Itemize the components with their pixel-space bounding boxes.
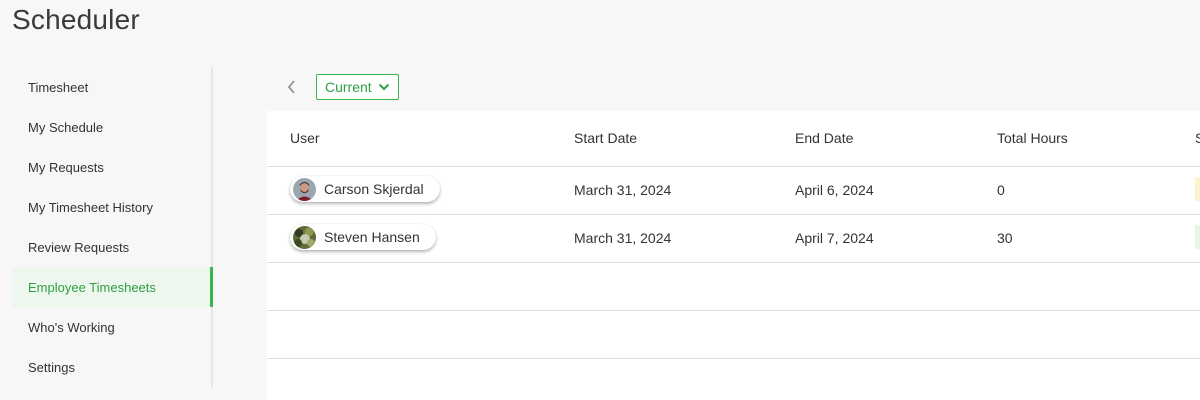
sidebar-item-employee-timesheets[interactable]: Employee Timesheets: [12, 267, 213, 307]
chevron-down-icon: [378, 83, 389, 91]
sidebar-item-label: Employee Timesheets: [28, 279, 156, 295]
avatar: [293, 177, 316, 201]
chevron-left-icon: [287, 80, 295, 94]
app-title: Scheduler: [12, 4, 140, 35]
total-hours-cell: 0: [997, 166, 1195, 215]
user-name: Steven Hansen: [324, 229, 420, 246]
avatar: [293, 225, 316, 249]
user-cell: Steven Hansen: [267, 214, 574, 263]
sidebar-item-whos-working[interactable]: Who's Working: [12, 307, 211, 347]
sidebar-item-review-requests[interactable]: Review Requests: [12, 227, 211, 267]
sidebar-item-my-timesheet-history[interactable]: My Timesheet History: [12, 187, 211, 227]
empty-table-row: [267, 262, 1200, 311]
period-select[interactable]: Current: [316, 74, 399, 100]
empty-table-row: [267, 310, 1200, 359]
sidebar-item-my-schedule[interactable]: My Schedule: [12, 107, 211, 147]
user-chip[interactable]: Steven Hansen: [290, 224, 436, 251]
sidebar-item-label: My Timesheet History: [28, 199, 153, 215]
end-date-cell: April 7, 2024: [795, 214, 997, 263]
table-row[interactable]: Steven Hansen March 31, 2024 April 7, 20…: [267, 214, 1200, 263]
sidebar-item-timesheet[interactable]: Timesheet: [12, 67, 211, 107]
user-cell: Carson Skjerdal: [267, 166, 574, 215]
table-row[interactable]: Carson Skjerdal March 31, 2024 April 6, …: [267, 166, 1200, 215]
sidebar-item-my-requests[interactable]: My Requests: [12, 147, 211, 187]
table-header-row: User Start Date End Date Total Hours S: [267, 111, 1200, 167]
status-badge: [1195, 176, 1200, 201]
start-date-cell: March 31, 2024: [574, 166, 795, 215]
previous-period-button[interactable]: [280, 74, 304, 100]
end-date-cell: April 6, 2024: [795, 166, 997, 215]
sidebar-nav: Timesheet My Schedule My Requests My Tim…: [12, 67, 213, 387]
sidebar-item-settings[interactable]: Settings: [12, 347, 211, 387]
column-header-status[interactable]: S: [1195, 111, 1200, 167]
period-toolbar: Current: [280, 74, 399, 100]
total-hours-cell: 30: [997, 214, 1195, 263]
status-badge: [1195, 224, 1200, 249]
sidebar-item-label: My Requests: [28, 159, 104, 175]
sidebar-item-label: Who's Working: [28, 319, 115, 335]
user-name: Carson Skjerdal: [324, 181, 424, 198]
status-cell: [1195, 214, 1200, 263]
sidebar-item-label: Timesheet: [28, 79, 89, 95]
timesheets-table: User Start Date End Date Total Hours S C…: [267, 111, 1200, 400]
sidebar-item-label: My Schedule: [28, 119, 104, 135]
column-header-total-hours[interactable]: Total Hours: [997, 111, 1195, 167]
sidebar-item-label: Review Requests: [28, 239, 130, 255]
period-select-value: Current: [325, 79, 372, 95]
column-header-start-date[interactable]: Start Date: [574, 111, 795, 167]
status-cell: [1195, 166, 1200, 215]
column-header-user[interactable]: User: [267, 111, 574, 167]
user-chip[interactable]: Carson Skjerdal: [290, 176, 440, 203]
column-header-end-date[interactable]: End Date: [795, 111, 997, 167]
start-date-cell: March 31, 2024: [574, 214, 795, 263]
sidebar-item-label: Settings: [28, 359, 75, 375]
